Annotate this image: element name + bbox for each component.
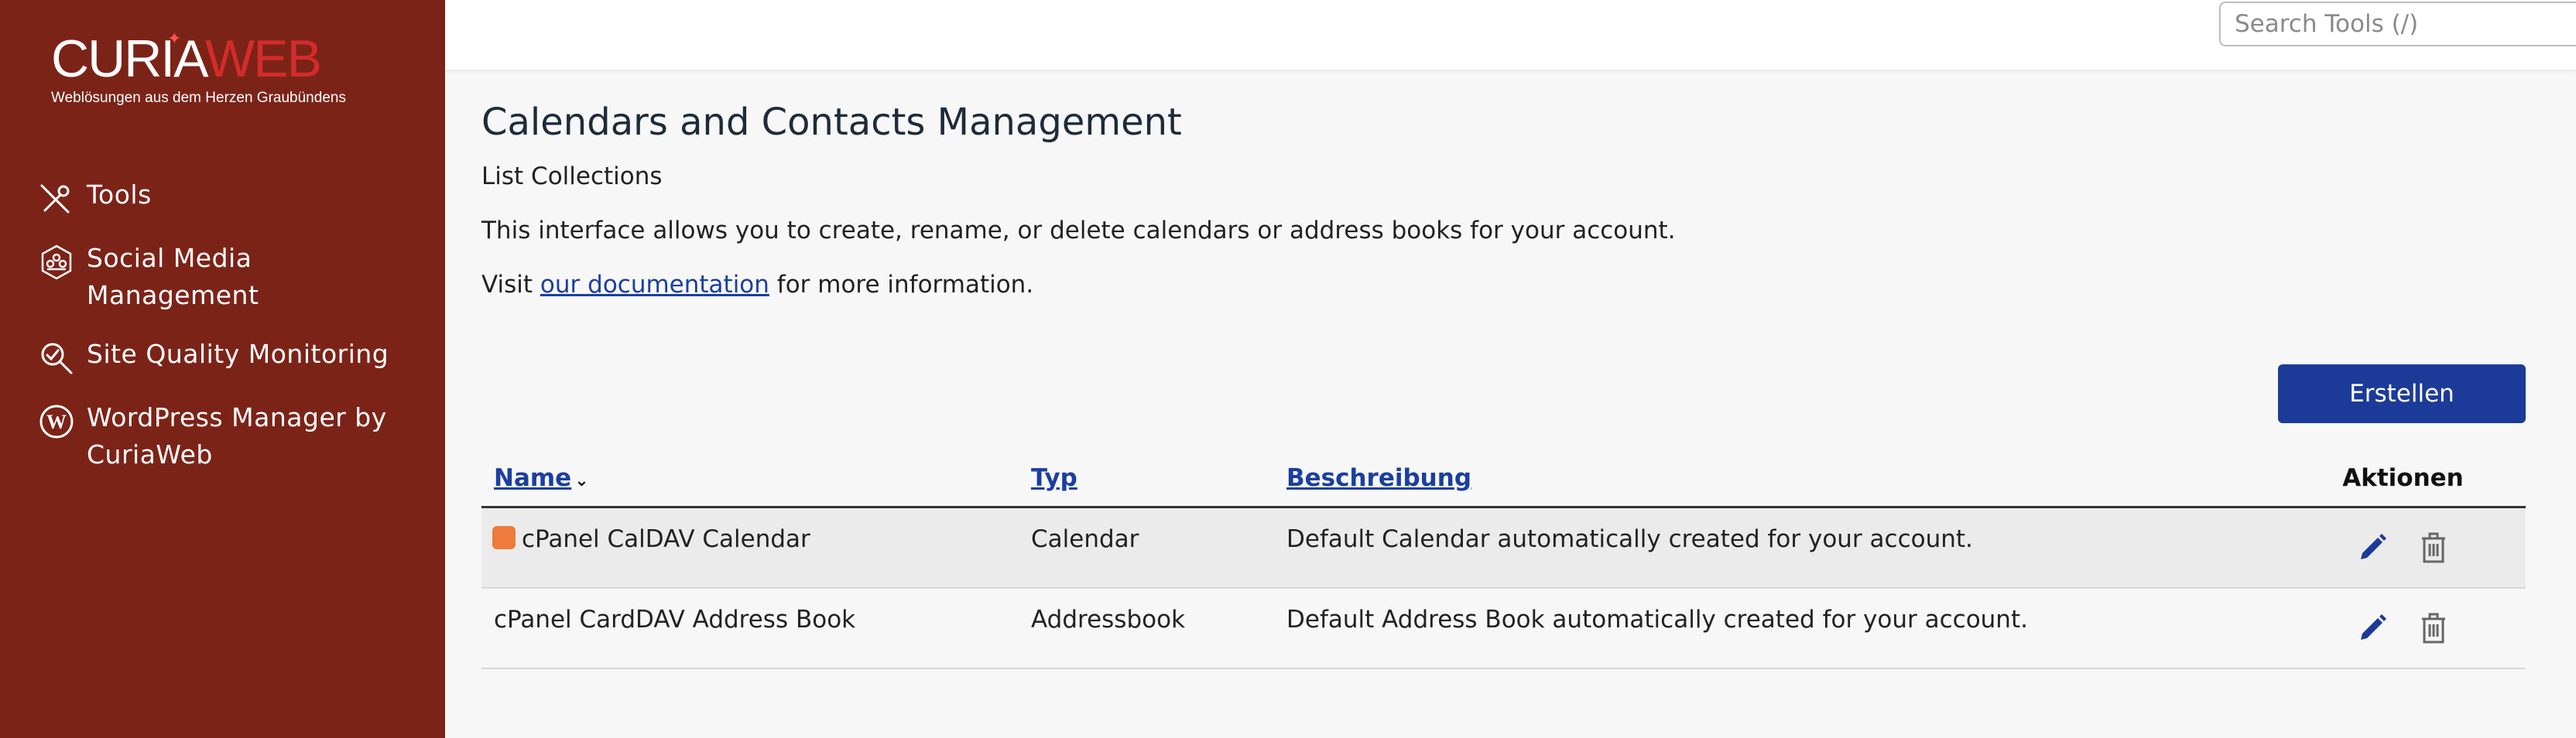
tools-icon [37, 179, 76, 218]
cell-description: Default Calendar automatically created f… [1274, 507, 2280, 589]
sidebar-item-label: Site Quality Monitoring [87, 339, 389, 369]
calendar-color-swatch [492, 526, 516, 549]
logo-star-icon: ✦ [167, 29, 182, 49]
edit-icon[interactable] [2355, 610, 2390, 646]
social-media-icon [37, 243, 76, 282]
sidebar: ✦ CURIAWEB Weblösungen aus dem Herzen Gr… [0, 0, 445, 738]
cell-actions [2280, 587, 2526, 669]
create-button[interactable]: Erstellen [2278, 364, 2526, 423]
cell-actions [2280, 507, 2526, 589]
cell-type: Calendar [1019, 507, 1274, 589]
documentation-link[interactable]: our documentation [540, 271, 769, 299]
visit-suffix: for more information. [769, 270, 1034, 299]
cell-type: Addressbook [1019, 587, 1274, 669]
column-header-actions: Aktionen [2280, 450, 2526, 508]
collections-table: Name ⌄ Typ Beschreibung Aktionen cPanel C… [481, 450, 2526, 669]
chevron-down-icon[interactable]: ⌄ [574, 471, 588, 490]
edit-icon[interactable] [2355, 530, 2390, 565]
logo-word-part1: CURIA [51, 29, 207, 88]
column-header-description[interactable]: Beschreibung [1274, 450, 2280, 508]
column-header-type[interactable]: Typ [1019, 450, 1274, 508]
cell-name: cPanel CalDAV Calendar [481, 507, 1019, 589]
main-content: Calendars and Contacts Management List C… [481, 101, 2525, 299]
documentation-note: Visit our documentation for more informa… [481, 271, 2525, 299]
sort-description-link[interactable]: Beschreibung [1286, 464, 1471, 492]
logo-tagline: Weblösungen aus dem Herzen Graubündens [51, 90, 346, 106]
collection-name: cPanel CalDAV Calendar [522, 525, 810, 553]
brand-logo[interactable]: ✦ CURIAWEB Weblösungen aus dem Herzen Gr… [51, 29, 346, 118]
table-header-row: Name ⌄ Typ Beschreibung Aktionen [481, 450, 2526, 508]
cell-description: Default Address Book automatically creat… [1274, 587, 2280, 669]
trash-icon[interactable] [2416, 610, 2451, 646]
sidebar-item-social-media[interactable]: Social Media Management [0, 240, 445, 314]
sidebar-item-label: WordPress Manager by CuriaWeb [87, 402, 387, 470]
sidebar-item-label: Social Media Management [87, 243, 259, 310]
site-quality-icon [37, 339, 76, 378]
sidebar-item-site-quality[interactable]: Site Quality Monitoring [0, 336, 445, 378]
table-row: cPanel CardDAV Address Book Addressbook … [481, 587, 2526, 669]
visit-prefix: Visit [481, 270, 540, 299]
table-row: cPanel CalDAV Calendar Calendar Default … [481, 507, 2526, 589]
svg-text:W: W [46, 411, 67, 433]
sidebar-item-wordpress-manager[interactable]: W WordPress Manager by CuriaWeb [0, 399, 445, 473]
sidebar-item-tools[interactable]: Tools [0, 176, 445, 218]
sidebar-item-label: Tools [87, 179, 152, 210]
column-header-name[interactable]: Name ⌄ [481, 450, 1019, 508]
wordpress-icon: W [37, 402, 76, 441]
cell-name: cPanel CardDAV Address Book [481, 587, 1019, 669]
sort-type-link[interactable]: Typ [1031, 464, 1077, 492]
page-subtitle: List Collections [481, 162, 663, 190]
logo-word-part2: WEB [205, 29, 322, 88]
trash-icon[interactable] [2416, 530, 2451, 565]
page-description: This interface allows you to create, ren… [481, 216, 1676, 244]
search-input[interactable] [2219, 2, 2576, 46]
page-title: Calendars and Contacts Management [481, 101, 1182, 144]
sort-name-link[interactable]: Name [494, 464, 571, 492]
sidebar-nav: Tools Social Media Management Site Quali… [0, 176, 445, 495]
